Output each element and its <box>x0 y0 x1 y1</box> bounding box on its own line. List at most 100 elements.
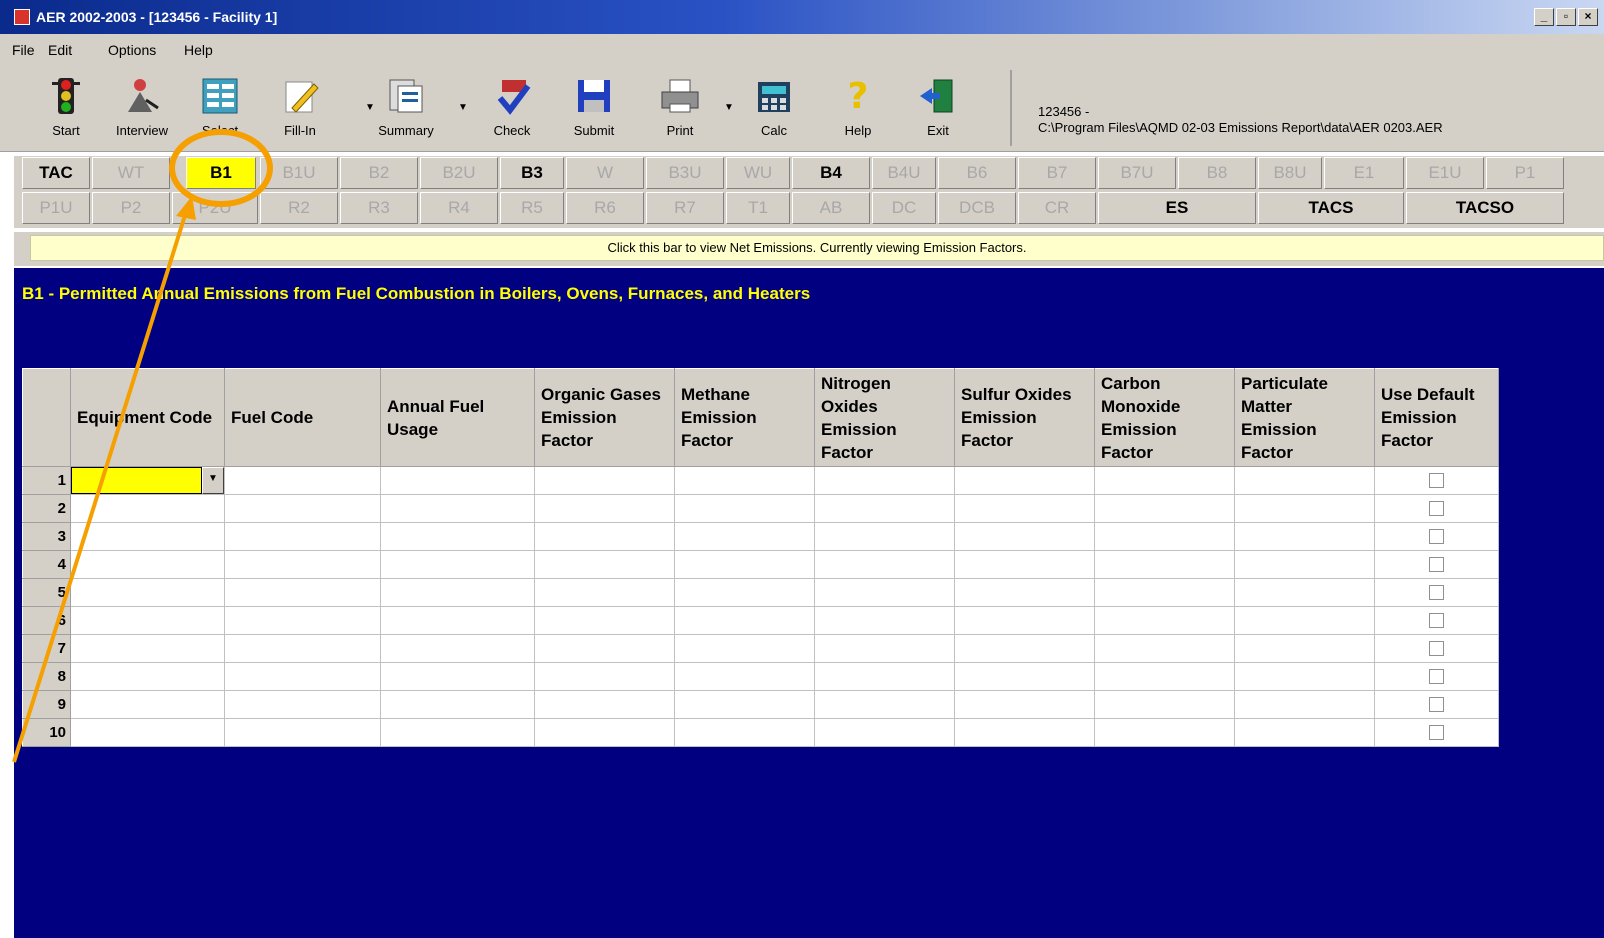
grid-cell[interactable] <box>224 690 381 719</box>
grid-cell[interactable] <box>534 662 675 691</box>
grid-cell[interactable] <box>1094 466 1235 495</box>
grid-cell[interactable] <box>1094 550 1235 579</box>
row-number[interactable]: 8 <box>22 662 71 691</box>
grid-cell[interactable] <box>380 662 535 691</box>
tab-b8u[interactable]: B8U <box>1258 157 1322 189</box>
tab-b1u[interactable]: B1U <box>260 157 338 189</box>
grid-cell[interactable] <box>70 662 225 691</box>
grid-cell[interactable] <box>674 466 815 495</box>
grid-cell[interactable] <box>1094 494 1235 523</box>
tab-r4[interactable]: R4 <box>420 192 498 224</box>
grid-cell[interactable] <box>954 606 1095 635</box>
menu-options[interactable]: Options <box>108 42 156 58</box>
use-default-checkbox-cell[interactable] <box>1374 466 1499 495</box>
grid-cell[interactable] <box>814 522 955 551</box>
grid-cell[interactable] <box>954 690 1095 719</box>
table-row[interactable]: 1 ▼ <box>22 466 1499 495</box>
tab-p1u[interactable]: P1U <box>22 192 90 224</box>
grid-cell[interactable] <box>954 494 1095 523</box>
grid-cell[interactable] <box>380 522 535 551</box>
grid-cell[interactable] <box>1234 494 1375 523</box>
grid-cell[interactable] <box>534 578 675 607</box>
grid-cell[interactable] <box>954 522 1095 551</box>
table-row[interactable]: 7 <box>22 634 1499 663</box>
grid-cell[interactable] <box>674 494 815 523</box>
check-button[interactable]: Check <box>480 76 544 138</box>
use-default-checkbox[interactable] <box>1429 557 1444 572</box>
grid-cell[interactable] <box>814 690 955 719</box>
row-number[interactable]: 4 <box>22 550 71 579</box>
grid-cell[interactable] <box>674 662 815 691</box>
table-row[interactable]: 8 <box>22 662 1499 691</box>
grid-cell[interactable] <box>1234 522 1375 551</box>
tab-wt[interactable]: WT <box>92 157 170 189</box>
grid-cell[interactable] <box>534 466 675 495</box>
row-number[interactable]: 7 <box>22 634 71 663</box>
table-row[interactable]: 10 <box>22 718 1499 747</box>
grid-cell[interactable] <box>534 494 675 523</box>
tab-b3[interactable]: B3 <box>500 157 564 189</box>
column-header[interactable]: Sulfur Oxides Emission Factor <box>954 368 1095 467</box>
tab-r2[interactable]: R2 <box>260 192 338 224</box>
table-row[interactable]: 5 <box>22 578 1499 607</box>
interview-button[interactable]: Interview <box>110 76 174 138</box>
select-button[interactable]: Select <box>188 76 252 138</box>
chevron-down-icon[interactable]: ▼ <box>458 102 468 113</box>
help-button[interactable]: ? Help <box>826 76 890 138</box>
grid-cell[interactable] <box>70 522 225 551</box>
calc-button[interactable]: Calc <box>742 76 806 138</box>
grid-cell[interactable] <box>954 550 1095 579</box>
column-header[interactable]: Methane Emission Factor <box>674 368 815 467</box>
tab-b2[interactable]: B2 <box>340 157 418 189</box>
grid-cell[interactable] <box>954 466 1095 495</box>
grid-cell[interactable] <box>674 522 815 551</box>
use-default-checkbox-cell[interactable] <box>1374 550 1499 579</box>
grid-cell[interactable] <box>380 634 535 663</box>
row-number[interactable]: 9 <box>22 690 71 719</box>
grid-cell[interactable] <box>1094 718 1235 747</box>
grid-cell[interactable] <box>1094 606 1235 635</box>
tab-e1[interactable]: E1 <box>1324 157 1404 189</box>
grid-cell[interactable] <box>70 718 225 747</box>
grid-cell[interactable] <box>380 718 535 747</box>
grid-cell[interactable] <box>380 494 535 523</box>
row-number[interactable]: 2 <box>22 494 71 523</box>
grid-cell[interactable] <box>224 606 381 635</box>
grid-cell[interactable] <box>70 634 225 663</box>
grid-cell[interactable] <box>70 550 225 579</box>
use-default-checkbox-cell[interactable] <box>1374 494 1499 523</box>
use-default-checkbox-cell[interactable] <box>1374 606 1499 635</box>
column-header[interactable]: Use Default Emission Factor <box>1374 368 1499 467</box>
tab-p2u[interactable]: P2U <box>172 192 258 224</box>
tab-b3u[interactable]: B3U <box>646 157 724 189</box>
column-header[interactable]: Nitrogen Oxides Emission Factor <box>814 368 955 467</box>
table-row[interactable]: 3 <box>22 522 1499 551</box>
grid-cell[interactable] <box>1094 522 1235 551</box>
tab-r6[interactable]: R6 <box>566 192 644 224</box>
tab-tacso[interactable]: TACSO <box>1406 192 1564 224</box>
tab-r7[interactable]: R7 <box>646 192 724 224</box>
chevron-down-icon[interactable]: ▼ <box>202 467 224 494</box>
grid-cell[interactable] <box>814 634 955 663</box>
tab-p1[interactable]: P1 <box>1486 157 1564 189</box>
grid-cell[interactable] <box>814 550 955 579</box>
tab-r5[interactable]: R5 <box>500 192 564 224</box>
row-number[interactable]: 10 <box>22 718 71 747</box>
grid-cell[interactable] <box>380 578 535 607</box>
grid-cell[interactable] <box>534 606 675 635</box>
grid-cell[interactable] <box>224 578 381 607</box>
use-default-checkbox[interactable] <box>1429 501 1444 516</box>
row-number[interactable]: 3 <box>22 522 71 551</box>
grid-cell[interactable] <box>1094 690 1235 719</box>
equipment-code-select[interactable]: ▼ <box>71 467 224 494</box>
fill-in-button[interactable]: Fill-In <box>268 76 332 138</box>
grid-cell[interactable] <box>1234 690 1375 719</box>
start-button[interactable]: Start <box>34 76 98 138</box>
grid-cell[interactable] <box>534 550 675 579</box>
grid-cell[interactable] <box>1234 718 1375 747</box>
grid-cell[interactable] <box>674 690 815 719</box>
close-button[interactable]: × <box>1578 8 1598 26</box>
grid-cell[interactable] <box>1234 634 1375 663</box>
grid-cell[interactable] <box>534 690 675 719</box>
tab-b6[interactable]: B6 <box>938 157 1016 189</box>
